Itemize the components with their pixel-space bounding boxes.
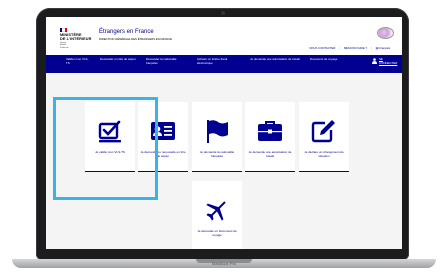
- service-tile-document-voyage[interactable]: Je demande un Document de voyage: [192, 181, 242, 249]
- user-icon: [372, 58, 377, 64]
- tile-label: Je déclare un changement de situation: [304, 150, 344, 158]
- language-selector[interactable]: ▤ Français: [376, 46, 390, 50]
- help-link[interactable]: BESOIN D'AIDE ?: [344, 46, 367, 50]
- header-links: NOUS CONTACTER | BESOIN D'AIDE ? | ▤ Fra…: [309, 46, 390, 50]
- service-tile-changement-situation[interactable]: Je déclare un changement de situation: [299, 102, 349, 172]
- nav-item-nationalite[interactable]: Demander la nationalité française: [146, 57, 186, 65]
- motto-line: Fraternité: [60, 46, 69, 49]
- camera-dot: [220, 11, 225, 15]
- tile-label: Je demande ou renouvelle un titre de séj…: [140, 150, 186, 158]
- ministry-line: DE L'INTÉRIEUR: [60, 37, 92, 41]
- tile-label: Je demande un Document de voyage: [197, 229, 237, 237]
- link-separator: |: [339, 46, 341, 50]
- browser-screen: MINISTÈRE DE L'INTÉRIEUR Liberté Égalité…: [46, 17, 402, 249]
- language-label: Français: [379, 46, 390, 50]
- partner-logo: [377, 27, 394, 39]
- service-tile-titre-sejour[interactable]: Je demande ou renouvelle un titre de séj…: [138, 102, 188, 172]
- nav-item-vls-ts[interactable]: Valider mon VLS-TS: [66, 57, 91, 65]
- nav-item-document-voyage[interactable]: Document de voyage: [310, 57, 338, 62]
- login-button[interactable]: SE CONNECTER: [372, 57, 398, 65]
- tile-label: Je valide mon VLS-TS: [95, 150, 125, 154]
- site-title[interactable]: Étrangers en France: [99, 29, 154, 35]
- nav-item-titre-sejour[interactable]: Demander un titre de séjour: [100, 57, 136, 62]
- tile-label: Je demande la nationalité française: [199, 150, 235, 158]
- flag-icon: [207, 120, 228, 143]
- briefcase-icon: [258, 121, 282, 141]
- site-header: MINISTÈRE DE L'INTÉRIEUR Liberté Égalité…: [46, 17, 402, 55]
- contact-link[interactable]: NOUS CONTACTER: [309, 46, 335, 50]
- edit-icon: [311, 120, 335, 143]
- service-tile-nationalite[interactable]: Je demande la nationalité française: [192, 102, 242, 172]
- main-navigation: Accueil Valider mon VLS-TS Demander un t…: [46, 55, 402, 78]
- ministry-logo[interactable]: MINISTÈRE DE L'INTÉRIEUR Liberté Égalité…: [60, 28, 91, 49]
- tile-label: Je demande une autorisation de travail: [248, 150, 292, 158]
- check-form-icon: [98, 120, 121, 143]
- nav-item-timbre-fiscal[interactable]: Acheter un timbre fiscal électronique: [197, 57, 241, 65]
- nav-item-autorisation-travail[interactable]: Je demande une autorisation de travail: [250, 57, 306, 62]
- service-tile-autorisation-travail[interactable]: Je demande une autorisation de travail: [245, 102, 295, 172]
- link-separator: |: [370, 46, 372, 50]
- laptop-mockup: MINISTÈRE DE L'INTÉRIEUR Liberté Égalité…: [0, 0, 448, 278]
- marianne-flag-icon: [60, 28, 67, 32]
- site-subtitle: DIRECTION GÉNÉRALE DES ÉTRANGERS EN FRAN…: [99, 37, 173, 41]
- service-tile-vls-ts[interactable]: Je valide mon VLS-TS: [85, 102, 135, 172]
- id-card-icon: [151, 122, 175, 140]
- republic-motto: Liberté Égalité Fraternité: [60, 42, 91, 49]
- login-label: SE CONNECTER: [379, 57, 398, 65]
- services-area: Je valide mon VLS-TS Je demande ou renou…: [46, 73, 402, 249]
- ministry-name: MINISTÈRE DE L'INTÉRIEUR: [60, 33, 91, 41]
- airplane-icon: [206, 201, 226, 221]
- laptop-model-label: MacBook Pro: [211, 261, 236, 266]
